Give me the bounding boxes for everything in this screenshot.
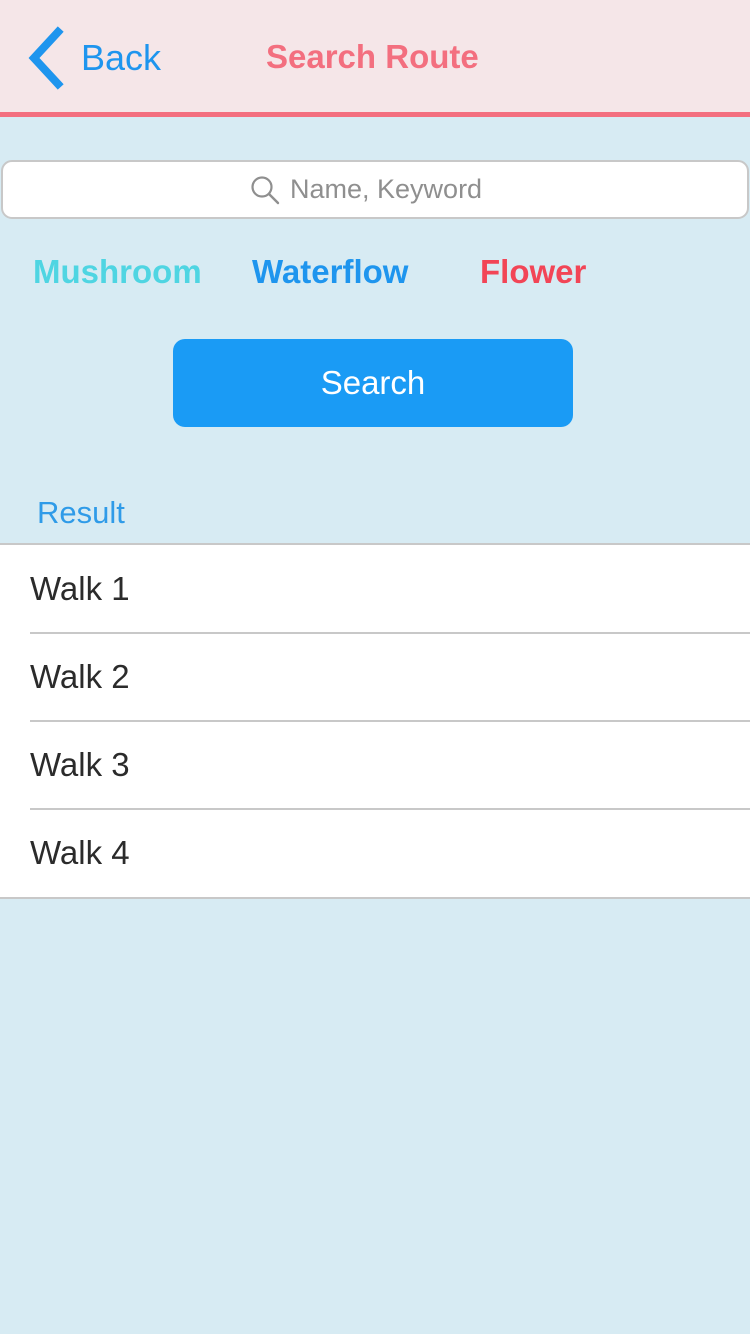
navigation-bar: Back Search Route: [0, 0, 750, 117]
search-input[interactable]: [290, 169, 500, 210]
result-item-label: Walk 3: [30, 746, 130, 783]
chevron-left-icon: [28, 26, 64, 90]
result-item-walk-4[interactable]: Walk 4: [0, 808, 750, 897]
result-item-walk-2[interactable]: Walk 2: [0, 632, 750, 721]
filter-tag-mushroom[interactable]: Mushroom: [33, 250, 202, 294]
search-button[interactable]: Search: [173, 339, 573, 427]
search-icon: [251, 175, 280, 204]
filter-tag-flower[interactable]: Flower: [480, 250, 586, 294]
result-item-walk-1[interactable]: Walk 1: [0, 545, 750, 633]
result-item-walk-3[interactable]: Walk 3: [0, 720, 750, 809]
back-label: Back: [81, 37, 162, 78]
filter-tag-waterflow[interactable]: Waterflow: [252, 250, 408, 294]
result-section-header: Result: [37, 495, 125, 530]
result-list: Walk 1 Walk 2 Walk 3 Walk 4: [0, 543, 750, 899]
search-field[interactable]: [1, 160, 749, 219]
back-button[interactable]: Back: [26, 26, 161, 90]
result-item-label: Walk 1: [30, 570, 130, 607]
page-title: Search Route: [266, 38, 479, 75]
result-item-label: Walk 2: [30, 658, 130, 695]
result-item-label: Walk 4: [30, 834, 130, 871]
